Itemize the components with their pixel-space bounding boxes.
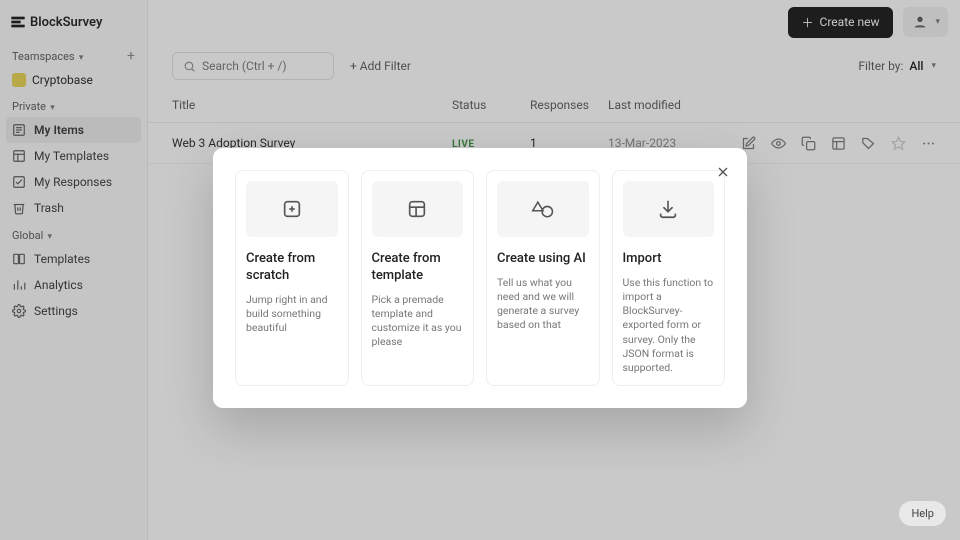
card-title: Create from template — [372, 251, 464, 285]
card-title: Create from scratch — [246, 251, 338, 285]
card-create-scratch[interactable]: Create from scratch Jump right in and bu… — [235, 170, 349, 386]
close-button[interactable] — [713, 162, 733, 182]
card-create-ai[interactable]: Create using AI Tell us what you need an… — [486, 170, 600, 386]
card-desc: Use this function to import a BlockSurve… — [623, 276, 715, 375]
card-desc: Jump right in and build something beauti… — [246, 293, 338, 336]
create-modal: Create from scratch Jump right in and bu… — [213, 148, 747, 408]
import-icon — [623, 181, 715, 237]
card-title: Import — [623, 251, 715, 268]
scratch-icon — [246, 181, 338, 237]
card-create-template[interactable]: Create from template Pick a premade temp… — [361, 170, 475, 386]
ai-shapes-icon — [497, 181, 589, 237]
help-button[interactable]: Help — [899, 501, 946, 526]
template-layout-icon — [372, 181, 464, 237]
card-title: Create using AI — [497, 251, 589, 268]
card-import[interactable]: Import Use this function to import a Blo… — [612, 170, 726, 386]
modal-overlay[interactable]: Create from scratch Jump right in and bu… — [0, 0, 960, 540]
card-desc: Tell us what you need and we will genera… — [497, 276, 589, 333]
card-desc: Pick a premade template and customize it… — [372, 293, 464, 350]
